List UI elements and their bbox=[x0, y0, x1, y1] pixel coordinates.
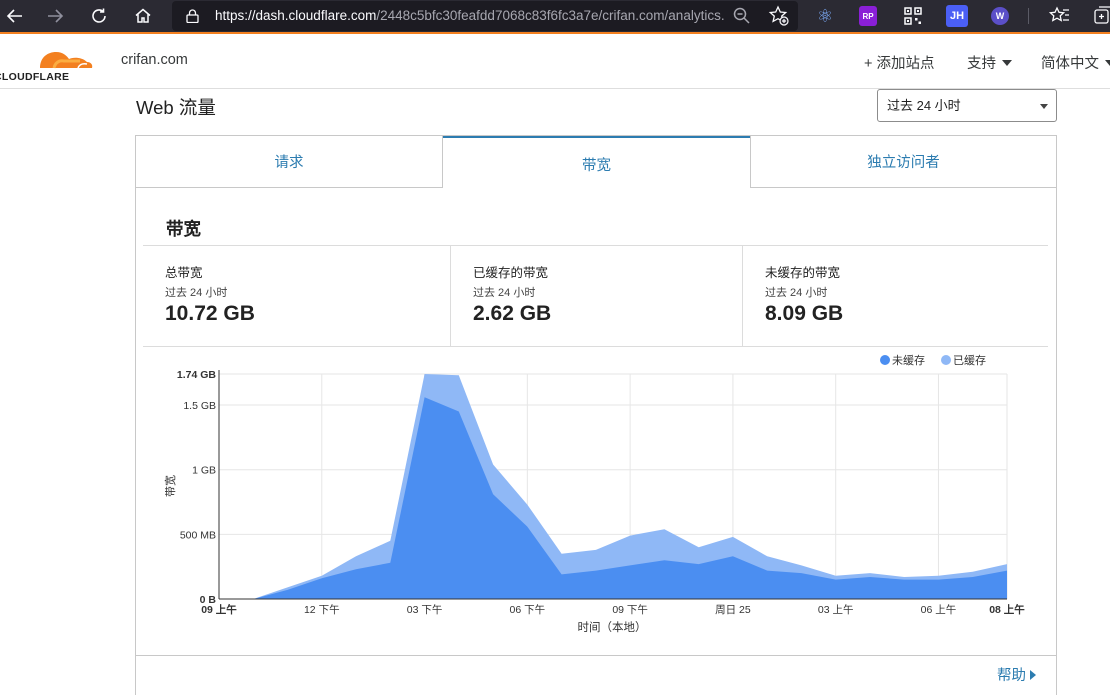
panel-divider bbox=[135, 655, 1057, 656]
x-tick-label: 周日 25 bbox=[715, 604, 751, 616]
y-tick-label: 500 MB bbox=[180, 529, 216, 541]
chevron-right-icon bbox=[1030, 670, 1036, 680]
x-tick-label: 06 上午 bbox=[921, 603, 957, 616]
x-axis-label: 时间（本地） bbox=[578, 620, 647, 634]
chart-legend: 未缓存 已缓存 bbox=[880, 353, 986, 367]
y-tick-label: 1 GB bbox=[192, 465, 216, 477]
bandwidth-chart: 0 B500 MB1 GB1.5 GB1.74 GB09 上午 12 下午 03 下… bbox=[163, 353, 1025, 634]
legend-uncached-swatch bbox=[880, 355, 890, 365]
x-tick-label: 09 下午 bbox=[612, 603, 648, 616]
x-tick-label: 09 上午 bbox=[201, 603, 237, 616]
x-tick-label: 03 下午 bbox=[407, 603, 443, 616]
x-tick-label: 08 上午 bbox=[989, 603, 1025, 616]
legend-cached-label: 已缓存 bbox=[953, 353, 986, 367]
legend-cached-swatch bbox=[941, 355, 951, 365]
x-tick-label: 03 上午 bbox=[818, 603, 854, 616]
help-label: 帮助 bbox=[997, 668, 1026, 684]
x-tick-label: 06 下午 bbox=[510, 603, 546, 616]
legend-uncached-label: 未缓存 bbox=[892, 353, 925, 367]
y-tick-label: 1.5 GB bbox=[183, 400, 216, 412]
help-link[interactable]: 帮助 bbox=[997, 664, 1036, 685]
y-axis-label: 带宽 bbox=[163, 475, 177, 497]
chart-areas bbox=[219, 374, 1007, 599]
x-tick-label: 12 下午 bbox=[304, 603, 340, 616]
series-cached-area bbox=[219, 374, 1007, 599]
y-tick-label: 1.74 GB bbox=[177, 369, 217, 381]
